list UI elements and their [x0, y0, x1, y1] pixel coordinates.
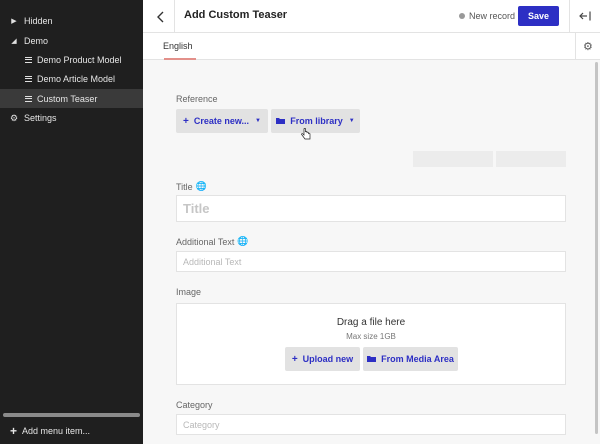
additional-text-input[interactable]: Additional Text — [176, 251, 566, 272]
sidebar-scrollbar[interactable] — [3, 413, 140, 417]
caret-down-icon: ▼ — [348, 118, 355, 124]
main-scrollbar[interactable] — [595, 62, 598, 434]
sidebar-item-label: Demo Article Model — [37, 74, 116, 84]
chevron-left-icon — [157, 11, 164, 23]
sidebar-item-demo-product-model[interactable]: Demo Product Model — [0, 51, 143, 69]
add-menu-item-button[interactable]: + Add menu item... — [0, 421, 143, 441]
title-input[interactable]: Title — [176, 195, 566, 222]
plus-icon: + — [183, 115, 189, 127]
plus-icon: + — [10, 424, 18, 438]
folder-icon — [276, 116, 286, 127]
image-dropzone[interactable]: Drag a file here Max size 1GB — [176, 303, 566, 385]
category-input[interactable]: Category — [176, 414, 566, 435]
locale-tabs: English ⚙ — [143, 33, 600, 60]
dropzone-max-size: Max size 1GB — [346, 332, 396, 341]
collapse-panel-icon — [579, 11, 591, 21]
sidebar-item-settings[interactable]: ⚙ Settings — [0, 109, 143, 127]
tabs-divider — [575, 33, 576, 60]
upload-new-button[interactable]: + Upload new — [285, 347, 360, 371]
create-new-button[interactable]: + Create new... ▼ — [176, 109, 268, 133]
list-icon — [23, 76, 33, 82]
add-menu-item-label: Add menu item... — [22, 426, 91, 436]
settings-gear-button[interactable]: ⚙ — [583, 40, 593, 53]
save-button[interactable]: Save — [518, 6, 559, 26]
header-divider — [569, 0, 570, 33]
triangle-right-icon: ▶ — [11, 18, 17, 25]
reference-label: Reference — [176, 94, 218, 104]
gear-icon: ⚙ — [9, 112, 19, 123]
sidebar: ▶ Hidden ◢ Demo Demo Product Model Demo … — [0, 0, 143, 444]
caret-down-icon: ▼ — [255, 118, 261, 124]
header: Add Custom Teaser New record Save — [143, 0, 600, 33]
category-label: Category — [176, 400, 213, 410]
upload-new-label: Upload new — [302, 354, 354, 364]
globe-icon: 🌐 — [195, 181, 207, 191]
from-library-label: From library — [290, 116, 343, 126]
sidebar-item-demo-article-model[interactable]: Demo Article Model — [0, 70, 143, 88]
status-dot-icon — [459, 13, 465, 19]
globe-icon: 🌐 — [237, 236, 249, 246]
folder-icon — [367, 354, 377, 365]
status-text: New record — [469, 11, 516, 21]
status-badge: New record — [459, 11, 515, 21]
from-media-area-label: From Media Area — [381, 354, 454, 364]
triangle-down-icon: ◢ — [11, 38, 17, 45]
header-divider — [174, 0, 175, 33]
hand-pointer-icon — [301, 127, 311, 143]
additional-text-label: Additional Text 🌐 — [176, 236, 249, 247]
gear-icon: ⚙ — [583, 41, 593, 53]
sidebar-item-label: Custom Teaser — [37, 93, 98, 104]
sidebar-item-demo[interactable]: ◢ Demo — [0, 32, 143, 50]
list-icon — [23, 95, 33, 102]
plus-icon: + — [291, 353, 298, 365]
page-title: Add Custom Teaser — [184, 9, 288, 21]
title-label-text: Title — [176, 181, 193, 192]
loading-placeholder — [496, 151, 566, 167]
sidebar-item-label: Hidden — [24, 16, 53, 26]
sidebar-item-label: Demo — [24, 36, 49, 46]
sidebar-item-label: Settings — [24, 113, 57, 123]
dropzone-title: Drag a file here — [336, 317, 406, 328]
from-media-area-button[interactable]: From Media Area — [363, 347, 458, 371]
from-library-button[interactable]: From library ▼ — [271, 109, 360, 133]
sidebar-item-custom-teaser[interactable]: Custom Teaser — [0, 89, 143, 108]
image-label: Image — [176, 287, 202, 297]
create-new-label: Create new... — [193, 116, 250, 126]
back-button[interactable] — [151, 8, 169, 26]
sidebar-item-label: Demo Product Model — [37, 55, 122, 65]
loading-placeholder — [413, 151, 493, 167]
collapse-sidebar-button[interactable] — [577, 8, 593, 24]
tab-english[interactable]: English — [163, 41, 193, 51]
title-label: Title 🌐 — [176, 181, 207, 192]
additional-text-label-text: Additional Text — [176, 236, 235, 247]
list-icon — [23, 57, 33, 63]
sidebar-item-hidden[interactable]: ▶ Hidden — [0, 12, 143, 30]
